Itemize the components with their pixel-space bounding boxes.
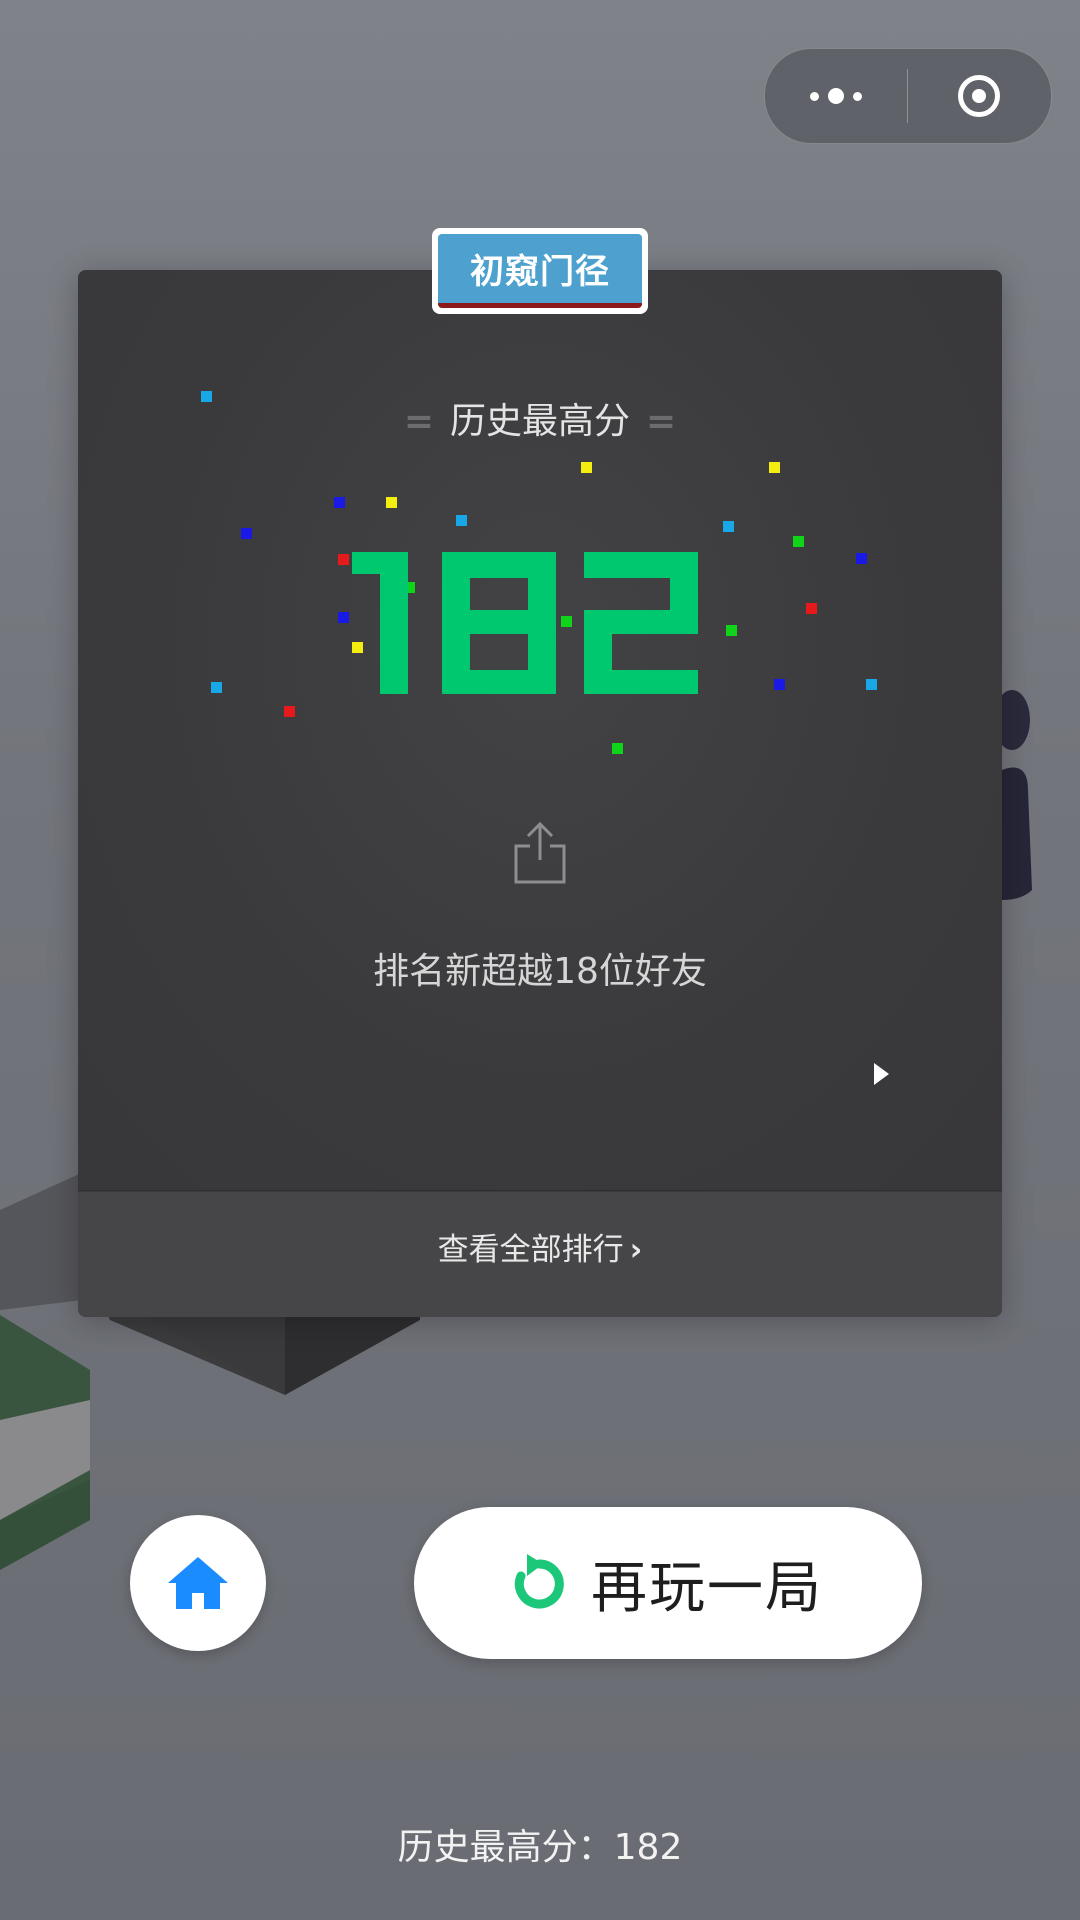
share-icon[interactable] xyxy=(512,820,568,886)
replay-button[interactable]: 再玩一局 xyxy=(414,1507,922,1659)
high-score-value-graphic xyxy=(352,552,698,694)
panel-divider xyxy=(78,1190,1002,1191)
replay-label: 再玩一局 xyxy=(591,1555,823,1621)
replay-icon xyxy=(514,1554,564,1609)
home-button[interactable] xyxy=(130,1515,266,1651)
home-icon xyxy=(168,1557,228,1609)
view-all-label: 查看全部排行 xyxy=(437,1232,624,1268)
footer-high-score: 历史最高分：182 xyxy=(397,1827,683,1868)
view-all-rankings-link[interactable]: 查看全部排行 › xyxy=(0,1224,1080,1269)
chevron-right-icon: › xyxy=(629,1232,643,1268)
rank-surpass-text: 排名新超越18位好友 xyxy=(373,951,707,992)
play-arrow-icon[interactable] xyxy=(874,1063,889,1085)
